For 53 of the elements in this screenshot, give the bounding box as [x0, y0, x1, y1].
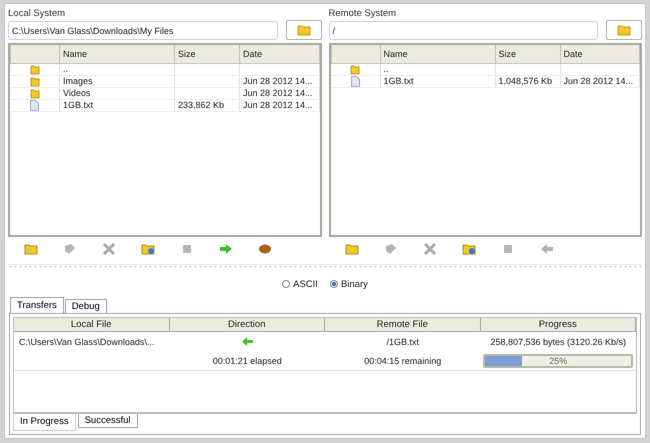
folder-icon[interactable]: [141, 242, 155, 256]
column-header[interactable]: Size: [174, 45, 240, 64]
radio-option[interactable]: Binary: [330, 277, 368, 291]
arrow-left-icon: [240, 336, 254, 347]
column-header[interactable]: Progress: [480, 318, 636, 332]
column-header[interactable]: Remote File: [325, 318, 480, 332]
file-name[interactable]: 1GB.txt: [60, 100, 174, 112]
pane-title: Local System: [8, 8, 66, 19]
column-header[interactable]: Date: [560, 45, 640, 64]
folder-icon: [30, 76, 40, 86]
column-header[interactable]: Name: [380, 45, 495, 64]
folder-icon[interactable]: [344, 242, 358, 256]
tab[interactable]: Transfers: [10, 297, 64, 313]
remaining-time: 00:04:15 remaining: [364, 356, 442, 366]
column-header[interactable]: Name: [60, 45, 174, 64]
file-name[interactable]: ..: [380, 64, 495, 76]
file-name[interactable]: Videos: [60, 88, 174, 100]
file-date: Jun 28 2012 14...: [243, 76, 313, 86]
file-size: 233,862 Kb: [178, 100, 224, 110]
local-file: C:\Users\Van Glass\Downloads\...: [19, 336, 154, 346]
folder-icon: [617, 24, 631, 36]
file-date: Jun 28 2012 14...: [243, 100, 313, 110]
tab[interactable]: In Progress: [13, 414, 76, 431]
column-header[interactable]: Size: [495, 45, 560, 64]
column-header[interactable]: Date: [240, 45, 319, 64]
file-date: Jun 28 2012 14...: [243, 88, 313, 98]
folder-icon[interactable]: [24, 242, 38, 256]
file-date: Jun 28 2012 14...: [564, 76, 634, 86]
browse-button[interactable]: [606, 20, 642, 40]
arrow-right-icon[interactable]: [219, 242, 233, 256]
tab[interactable]: Debug: [64, 299, 107, 313]
progress-percent: 25%: [548, 356, 568, 366]
column-header[interactable]: Direction: [170, 318, 325, 332]
path-field[interactable]: /: [328, 20, 598, 40]
disc-icon[interactable]: [258, 242, 272, 256]
remote-file: /1GB.txt: [386, 336, 419, 346]
elapsed-time: 00:01:21 elapsed: [212, 356, 282, 366]
transfer-bytes: 258,807,536 bytes (3120.26 Kb/s): [490, 336, 626, 346]
file-name[interactable]: ..: [60, 64, 174, 76]
tab[interactable]: Successful: [78, 414, 138, 428]
browse-button[interactable]: [286, 20, 322, 40]
file-size: 1,048,576 Kb: [498, 76, 552, 86]
radio-option[interactable]: ASCII: [282, 277, 318, 291]
file-icon: [30, 100, 40, 110]
column-header[interactable]: Local File: [14, 318, 170, 332]
file-name[interactable]: Images: [60, 76, 174, 88]
folder-icon: [30, 88, 40, 98]
folder-icon[interactable]: [462, 242, 476, 256]
file-icon: [350, 76, 360, 86]
pane-title: Remote System: [328, 8, 398, 19]
path-field[interactable]: C:\Users\Van Glass\Downloads\My Files: [8, 20, 278, 40]
folder-icon: [296, 24, 310, 36]
file-name[interactable]: 1GB.txt: [380, 76, 495, 88]
